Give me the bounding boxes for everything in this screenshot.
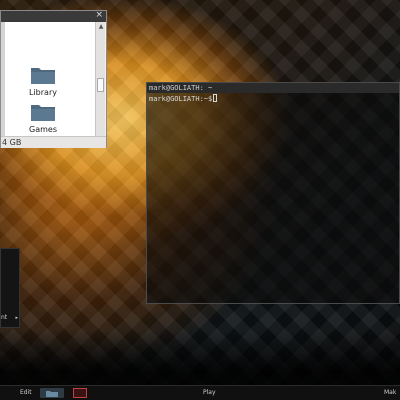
terminal-body[interactable]: mark@GOLIATH:~$ bbox=[149, 94, 397, 301]
terminal-cursor bbox=[213, 94, 218, 102]
file-grid[interactable]: Library Games bbox=[1, 22, 95, 146]
taskbar-edit[interactable]: Edit bbox=[20, 386, 32, 400]
side-panel-label: nt bbox=[1, 314, 8, 321]
folder-icon bbox=[31, 105, 55, 121]
folder-label: Games bbox=[29, 125, 57, 134]
scrollbar-thumb[interactable] bbox=[97, 78, 104, 92]
desktop-wallpaper: × Library Games ▲ 4 GB mark@GOLIATH: ~ m… bbox=[0, 0, 400, 400]
taskbar-play[interactable]: Play bbox=[203, 386, 216, 400]
sidebar-strip bbox=[1, 22, 5, 146]
scroll-up-icon[interactable]: ▲ bbox=[97, 23, 105, 30]
taskbar-file-manager-button[interactable] bbox=[40, 388, 64, 398]
file-manager-titlebar[interactable]: × bbox=[1, 10, 106, 22]
scrollbar[interactable]: ▲ ▼ bbox=[95, 22, 105, 146]
arrow-right-icon: ▸ bbox=[15, 315, 18, 321]
taskbar-right-label[interactable]: Mak bbox=[384, 386, 396, 400]
folder-label: Library bbox=[29, 88, 57, 97]
status-bar: 4 GB bbox=[1, 136, 106, 148]
terminal-window[interactable]: mark@GOLIATH: ~ mark@GOLIATH:~$ bbox=[146, 82, 400, 304]
folder-item-library[interactable]: Library bbox=[13, 65, 73, 105]
taskbar: Edit Play Mak bbox=[0, 385, 400, 400]
folder-icon bbox=[46, 391, 58, 397]
side-panel-item[interactable]: nt ▸ bbox=[1, 309, 19, 327]
side-panel[interactable]: nt ▸ bbox=[0, 248, 20, 328]
close-button[interactable]: × bbox=[95, 10, 103, 21]
folder-icon bbox=[31, 68, 55, 84]
taskbar-terminal-button[interactable] bbox=[73, 388, 87, 398]
terminal-prompt: mark@GOLIATH:~$ bbox=[149, 95, 213, 103]
file-manager-window[interactable]: × Library Games ▲ 4 GB bbox=[0, 10, 107, 148]
terminal-titlebar[interactable]: mark@GOLIATH: ~ bbox=[147, 83, 399, 93]
